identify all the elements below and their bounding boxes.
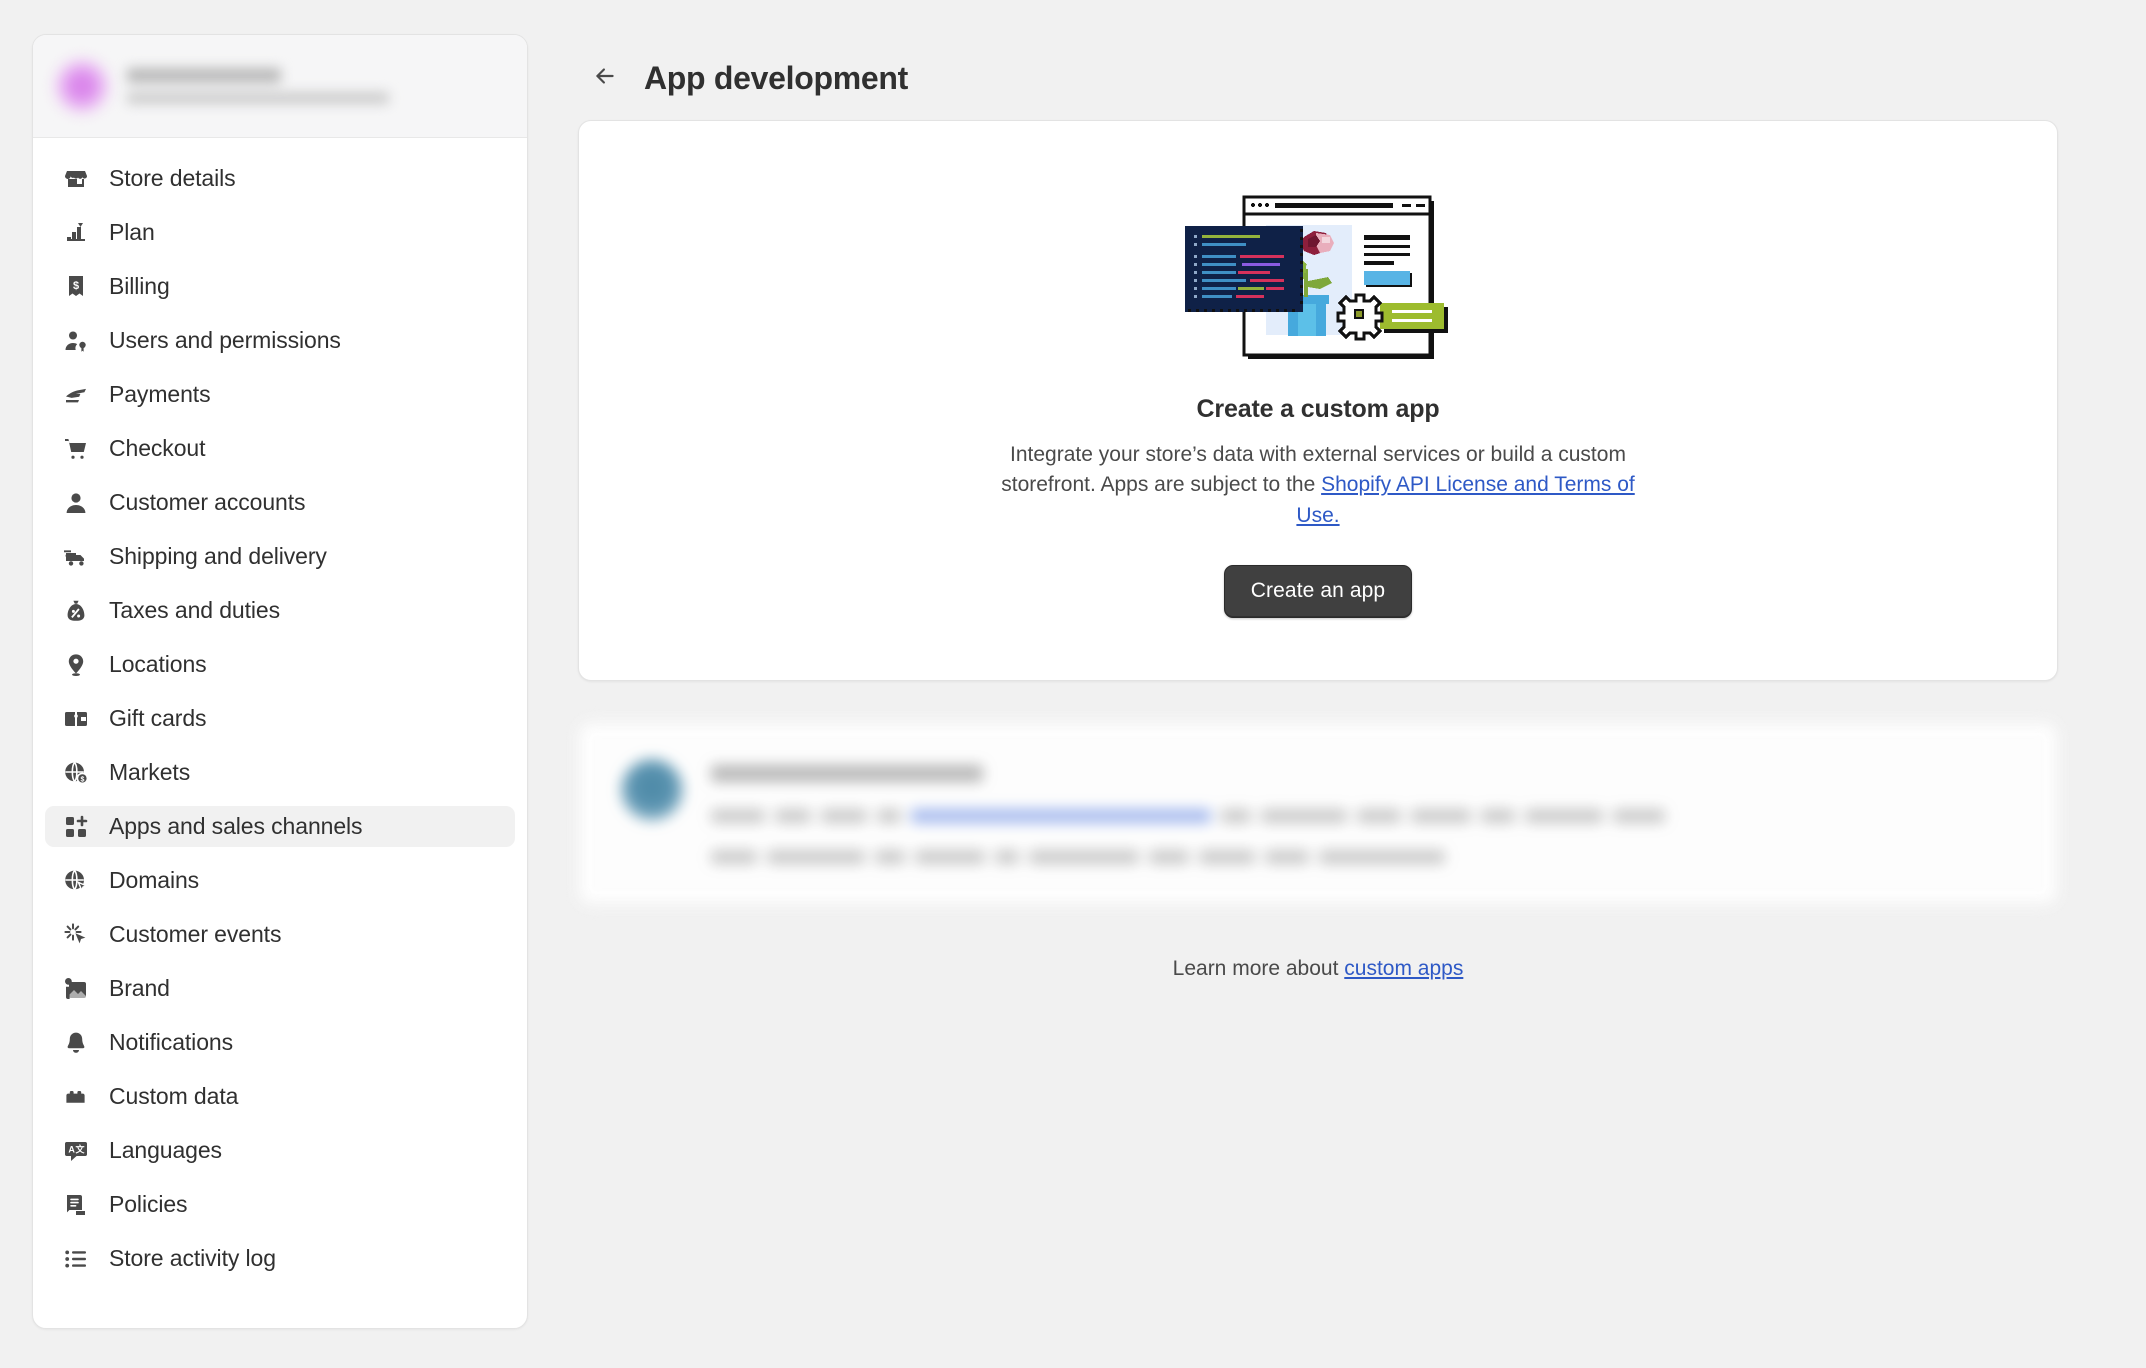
sidebar-item-label: Taxes and duties	[109, 597, 281, 623]
redacted-body-line-2	[711, 849, 2015, 864]
sidebar-item-markets[interactable]: $ Markets	[45, 752, 515, 793]
svg-text:$: $	[73, 280, 79, 292]
person-icon	[63, 490, 89, 516]
sidebar-item-label: Store details	[109, 165, 236, 191]
policies-document-icon	[63, 1192, 89, 1218]
sidebar-item-plan[interactable]: Plan	[45, 212, 515, 253]
redacted-text-block	[711, 759, 2015, 864]
custom-apps-link[interactable]: custom apps	[1344, 957, 1463, 980]
activity-list-icon	[63, 1246, 89, 1272]
create-custom-app-card: Create a custom app Integrate your store…	[578, 120, 2058, 682]
sidebar-item-store-details[interactable]: Store details	[45, 158, 515, 199]
globe-dollar-icon: $	[63, 760, 89, 786]
sidebar-item-label: Store activity log	[109, 1245, 276, 1271]
page-title: App development	[644, 59, 908, 96]
sidebar-item-label: Checkout	[109, 435, 206, 461]
apps-grid-plus-icon	[63, 814, 89, 840]
sidebar-item-users-and-permissions[interactable]: Users and permissions	[45, 320, 515, 361]
sidebar-item-languages[interactable]: A 文 Languages	[45, 1130, 515, 1171]
sidebar-item-label: Customer accounts	[109, 489, 306, 515]
sidebar-item-label: Apps and sales channels	[109, 813, 363, 839]
learn-more-prefix: Learn more about	[1172, 957, 1345, 981]
sidebar-item-checkout[interactable]: Checkout	[45, 428, 515, 469]
create-an-app-button[interactable]: Create an app	[1223, 565, 1413, 619]
sidebar-item-label: Locations	[109, 651, 207, 677]
gift-card-icon	[63, 706, 89, 732]
card-description: Integrate your store’s data with externa…	[982, 440, 1654, 531]
sidebar-item-label: Gift cards	[109, 705, 207, 731]
store-domain-redacted	[127, 92, 389, 104]
sidebar-item-store-activity-log[interactable]: Store activity log	[45, 1238, 515, 1279]
sidebar-item-label: Languages	[109, 1137, 222, 1163]
sidebar-item-label: Policies	[109, 1191, 188, 1217]
sidebar-item-locations[interactable]: Locations	[45, 644, 515, 685]
sidebar-item-gift-cards[interactable]: Gift cards	[45, 698, 515, 739]
sidebar-item-label: Customer events	[109, 921, 282, 947]
back-button[interactable]	[588, 61, 622, 95]
settings-nav-list: Store details Plan $ Billing Users and permi…	[33, 138, 527, 1328]
sidebar-item-label: Markets	[109, 759, 191, 785]
sidebar-item-payments[interactable]: Payments	[45, 374, 515, 415]
sidebar-item-label: Payments	[109, 381, 211, 407]
click-sparkle-icon	[63, 922, 89, 948]
sidebar-item-billing[interactable]: $ Billing	[45, 266, 515, 307]
card-title: Create a custom app	[1196, 395, 1440, 423]
sidebar-item-custom-data[interactable]: Custom data	[45, 1076, 515, 1117]
globe-cursor-icon	[63, 868, 89, 894]
sidebar-item-shipping-and-delivery[interactable]: Shipping and delivery	[45, 536, 515, 577]
sidebar-item-label: Custom data	[109, 1083, 239, 1109]
payments-icon	[63, 382, 89, 408]
redacted-avatar	[621, 759, 683, 822]
store-name-redacted	[127, 68, 281, 83]
content-area: Create a custom app Integrate your store…	[528, 104, 2146, 981]
svg-text:$: $	[81, 776, 85, 783]
delivery-truck-icon	[63, 544, 89, 570]
redacted-info-card	[578, 722, 2058, 906]
sidebar-item-domains[interactable]: Domains	[45, 860, 515, 901]
api-license-link[interactable]: Shopify API License and Terms of Use.	[1296, 473, 1634, 526]
sidebar-item-label: Domains	[109, 867, 200, 893]
sidebar-item-customer-accounts[interactable]: Customer accounts	[45, 482, 515, 523]
custom-data-block-icon	[63, 1084, 89, 1110]
sidebar-item-brand[interactable]: Brand	[45, 968, 515, 1009]
sidebar-item-label: Billing	[109, 273, 170, 299]
bell-icon	[63, 1030, 89, 1056]
redacted-body-line-1	[711, 808, 2015, 823]
storefront-icon	[63, 166, 89, 192]
billing-receipt-icon: $	[63, 274, 89, 300]
arrow-left-icon	[592, 63, 618, 94]
svg-text:A: A	[68, 1144, 75, 1154]
plan-chart-icon	[63, 220, 89, 246]
sidebar-item-label: Brand	[109, 975, 170, 1001]
brand-image-icon	[63, 976, 89, 1002]
sidebar-item-customer-events[interactable]: Customer events	[45, 914, 515, 955]
languages-icon: A文	[63, 1138, 89, 1164]
location-pin-icon	[63, 652, 89, 678]
sidebar-item-policies[interactable]: Policies	[45, 1184, 515, 1225]
sidebar-item-taxes-and-duties[interactable]: Taxes and duties	[45, 590, 515, 631]
settings-sidebar: Store details Plan $ Billing Users and permi…	[32, 34, 528, 1329]
sidebar-item-label: Notifications	[109, 1029, 233, 1055]
taxes-bag-icon	[63, 598, 89, 624]
sidebar-item-notifications[interactable]: Notifications	[45, 1022, 515, 1063]
store-avatar	[55, 59, 109, 113]
cart-icon	[63, 436, 89, 462]
sidebar-item-label: Shipping and delivery	[109, 543, 327, 569]
learn-more-footer: Learn more about custom apps	[578, 957, 2058, 981]
store-name-block	[127, 68, 505, 104]
app-root: Store details Plan $ Billing Users and permi…	[0, 0, 2146, 1368]
store-profile-header[interactable]	[33, 35, 527, 138]
users-permissions-icon	[63, 328, 89, 354]
svg-text:文: 文	[75, 1143, 86, 1154]
sidebar-item-label: Plan	[109, 219, 155, 245]
redacted-heading	[711, 765, 983, 783]
sidebar-item-label: Users and permissions	[109, 327, 341, 353]
main-content: App development Create a custom app Inte…	[528, 0, 2146, 1368]
page-header: App development	[528, 0, 2146, 104]
custom-app-illustration	[1180, 177, 1456, 373]
sidebar-item-apps-and-sales-channels[interactable]: Apps and sales channels	[45, 806, 515, 847]
